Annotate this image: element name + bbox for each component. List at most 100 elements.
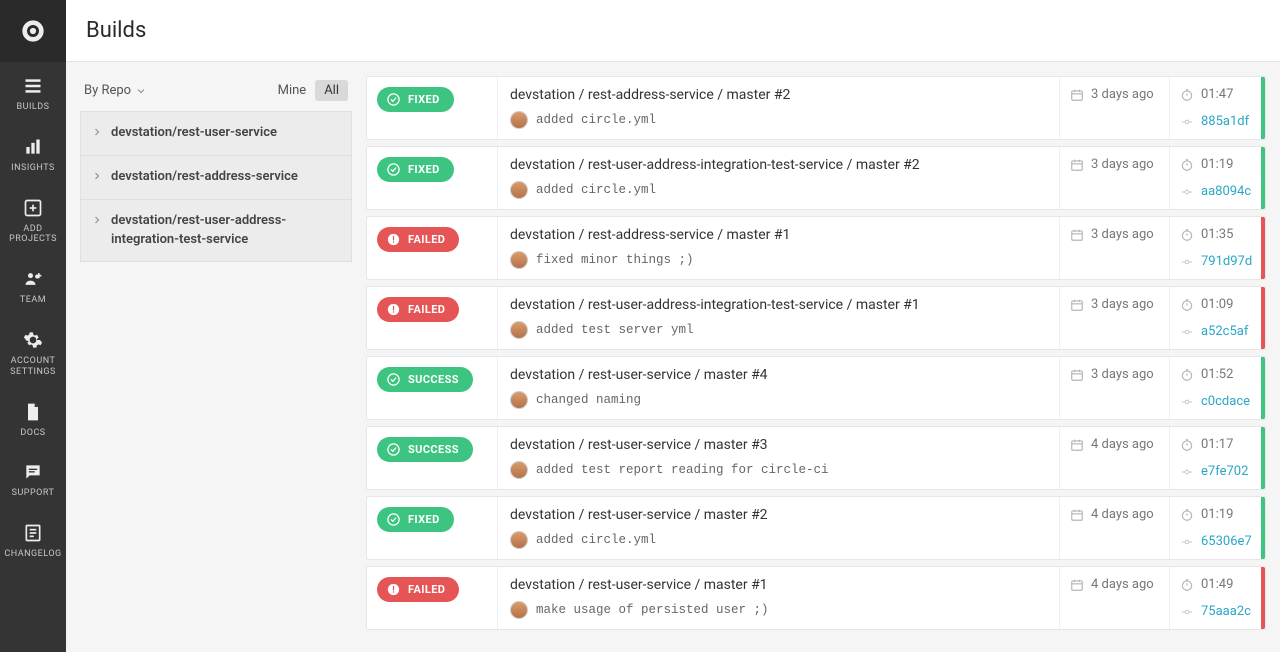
time-col: 01:52 c0cdace	[1169, 357, 1261, 419]
build-row[interactable]: FAILED devstation / rest-address-service…	[366, 216, 1266, 280]
build-duration: 01:19	[1180, 157, 1251, 172]
build-row[interactable]: FAILED devstation / rest-user-address-in…	[366, 286, 1266, 350]
commit-sha[interactable]: c0cdace	[1180, 394, 1251, 409]
repo-name: devstation/rest-user-address-integration…	[111, 212, 339, 250]
nav-support[interactable]: SUPPORT	[0, 448, 66, 509]
build-row[interactable]: FIXED devstation / rest-address-service …	[366, 76, 1266, 140]
build-row[interactable]: SUCCESS devstation / rest-user-service /…	[366, 356, 1266, 420]
status-badge: FAILED	[377, 297, 459, 322]
build-title[interactable]: devstation / rest-user-address-integrati…	[510, 157, 1047, 173]
status-stripe	[1261, 147, 1265, 209]
calendar-icon	[1070, 228, 1084, 242]
build-title[interactable]: devstation / rest-user-address-integrati…	[510, 297, 1047, 313]
nav-add-projects[interactable]: ADD PROJECTS	[0, 184, 66, 256]
build-age: 3 days ago	[1070, 367, 1159, 382]
avatar	[510, 461, 528, 479]
builds-icon	[23, 76, 43, 96]
build-title[interactable]: devstation / rest-user-service / master …	[510, 437, 1047, 453]
repo-item[interactable]: devstation/rest-user-service	[80, 111, 352, 156]
nav-changelog[interactable]: CHANGELOG	[0, 509, 66, 570]
nav-docs[interactable]: DOCS	[0, 388, 66, 449]
build-age: 4 days ago	[1070, 577, 1159, 592]
commit-sha[interactable]: a52c5af	[1180, 324, 1251, 339]
content: By Repo Mine All devstation/rest-user-se…	[66, 62, 1280, 652]
stopwatch-icon	[1180, 508, 1194, 522]
build-row[interactable]: FIXED devstation / rest-user-address-int…	[366, 146, 1266, 210]
commit-message: added circle.yml	[536, 183, 656, 197]
repo-name: devstation/rest-user-service	[111, 124, 277, 143]
build-duration: 01:52	[1180, 367, 1251, 382]
commit-row: added circle.yml	[510, 531, 1047, 549]
filter-mine[interactable]: Mine	[269, 80, 316, 101]
sidebar: BUILDS INSIGHTS ADD PROJECTS TEAM ACCOUN…	[0, 0, 66, 652]
commit-sha[interactable]: 791d97d	[1180, 254, 1251, 269]
info-col: devstation / rest-user-address-integrati…	[497, 287, 1059, 349]
nav-account-settings[interactable]: ACCOUNT SETTINGS	[0, 316, 66, 388]
commit-message: make usage of persisted user ;)	[536, 603, 769, 617]
meta-col: 4 days ago	[1059, 567, 1169, 629]
meta-col: 3 days ago	[1059, 217, 1169, 279]
mine-all-toggle: Mine All	[269, 80, 348, 101]
status-col: SUCCESS	[367, 427, 497, 489]
status-stripe	[1261, 567, 1265, 629]
nav-label: INSIGHTS	[11, 163, 55, 174]
repo-list: devstation/rest-user-service devstation/…	[80, 111, 352, 262]
stopwatch-icon	[1180, 228, 1194, 242]
nav-label: DOCS	[20, 428, 45, 439]
filter-all[interactable]: All	[315, 80, 348, 101]
insights-icon	[23, 137, 43, 157]
repo-item[interactable]: devstation/rest-user-address-integration…	[80, 200, 352, 263]
commit-sha[interactable]: e7fe702	[1180, 464, 1251, 479]
commit-sha[interactable]: 65306e7	[1180, 534, 1251, 549]
status-badge: SUCCESS	[377, 437, 473, 462]
status-badge: SUCCESS	[377, 367, 473, 392]
status-col: FIXED	[367, 497, 497, 559]
calendar-icon	[1070, 578, 1084, 592]
nav-builds[interactable]: BUILDS	[0, 62, 66, 123]
commit-sha[interactable]: aa8094c	[1180, 184, 1251, 199]
build-title[interactable]: devstation / rest-address-service / mast…	[510, 227, 1047, 243]
status-col: FAILED	[367, 287, 497, 349]
git-commit-icon	[1180, 255, 1194, 269]
status-col: FAILED	[367, 217, 497, 279]
commit-message: fixed minor things ;)	[536, 253, 694, 267]
build-row[interactable]: FIXED devstation / rest-user-service / m…	[366, 496, 1266, 560]
meta-col: 3 days ago	[1059, 147, 1169, 209]
avatar	[510, 321, 528, 339]
status-label: FAILED	[408, 233, 445, 246]
status-label: FIXED	[408, 163, 440, 176]
commit-sha[interactable]: 75aaa2c	[1180, 604, 1251, 619]
build-title[interactable]: devstation / rest-user-service / master …	[510, 507, 1047, 523]
meta-col: 4 days ago	[1059, 497, 1169, 559]
status-stripe	[1261, 77, 1265, 139]
avatar	[510, 601, 528, 619]
changelog-icon	[23, 523, 43, 543]
build-row[interactable]: FAILED devstation / rest-user-service / …	[366, 566, 1266, 630]
nav-label: CHANGELOG	[4, 549, 61, 560]
commit-sha[interactable]: 885a1df	[1180, 114, 1251, 129]
status-badge: FIXED	[377, 507, 454, 532]
avatar	[510, 531, 528, 549]
circleci-logo[interactable]	[0, 0, 66, 62]
nav-insights[interactable]: INSIGHTS	[0, 123, 66, 184]
build-title[interactable]: devstation / rest-address-service / mast…	[510, 87, 1047, 103]
builds-list: FIXED devstation / rest-address-service …	[366, 76, 1266, 638]
build-duration: 01:17	[1180, 437, 1251, 452]
status-col: FIXED	[367, 77, 497, 139]
build-age: 3 days ago	[1070, 227, 1159, 242]
build-duration: 01:49	[1180, 577, 1251, 592]
build-age: 3 days ago	[1070, 87, 1159, 102]
chevron-right-icon	[91, 214, 103, 226]
add-projects-icon	[23, 198, 43, 218]
commit-row: added circle.yml	[510, 181, 1047, 199]
status-stripe	[1261, 357, 1265, 419]
nav-label: ADD PROJECTS	[0, 224, 66, 246]
build-title[interactable]: devstation / rest-user-service / master …	[510, 367, 1047, 383]
git-commit-icon	[1180, 395, 1194, 409]
commit-message: added circle.yml	[536, 533, 656, 547]
by-repo-dropdown[interactable]: By Repo	[84, 83, 147, 98]
build-row[interactable]: SUCCESS devstation / rest-user-service /…	[366, 426, 1266, 490]
build-title[interactable]: devstation / rest-user-service / master …	[510, 577, 1047, 593]
repo-item[interactable]: devstation/rest-address-service	[80, 156, 352, 200]
nav-team[interactable]: TEAM	[0, 255, 66, 316]
